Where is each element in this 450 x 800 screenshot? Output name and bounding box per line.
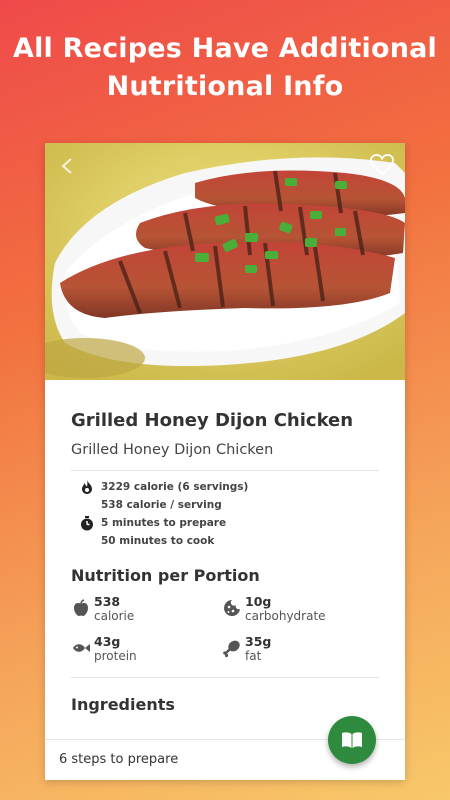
steps-count-text: 6 steps to prepare (59, 752, 179, 767)
recipe-photo (45, 143, 405, 380)
drumstick-icon (222, 638, 242, 658)
promo-title-line2: Nutritional Info (106, 71, 344, 102)
nutrition-label: carbohydrate (245, 609, 326, 623)
promo-title: All Recipes Have Additional Nutritional … (0, 30, 450, 106)
flame-icon (79, 479, 95, 495)
nutrition-item-calorie: 538 calorie (71, 594, 134, 624)
back-arrow-icon[interactable] (57, 155, 79, 177)
per-serving-text: 538 calorie / serving (101, 499, 222, 511)
favorite-heart-icon[interactable] (369, 153, 395, 177)
book-icon (342, 732, 362, 748)
nutrition-value: 538 (94, 594, 121, 609)
promo-title-line1: All Recipes Have Additional (12, 33, 438, 64)
divider (71, 677, 379, 678)
info-row-per-serving: 538 calorie / serving (71, 496, 379, 514)
info-row-cook-time: 50 minutes to cook (71, 532, 379, 550)
info-row-calories: 3229 calorie (6 servings) (71, 478, 379, 496)
nutrition-item-carbohydrate: 10g carbohydrate (222, 594, 326, 624)
divider (71, 470, 379, 471)
nutrition-value: 43g (94, 634, 121, 649)
nutrition-value: 10g (245, 594, 272, 609)
recipe-details: Grilled Honey Dijon Chicken Grilled Hone… (71, 380, 379, 714)
cookie-icon (222, 598, 242, 618)
apple-icon (71, 598, 91, 618)
total-calories-text: 3229 calorie (6 servings) (101, 481, 249, 493)
recipe-card: Grilled Honey Dijon Chicken Grilled Hone… (45, 143, 405, 780)
nutrition-label: protein (94, 649, 137, 663)
nutrition-grid: 538 calorie 10g carbohydrate 43g protein… (71, 594, 379, 674)
open-book-button[interactable] (328, 716, 376, 764)
nutrition-item-protein: 43g protein (71, 634, 137, 664)
recipe-title: Grilled Honey Dijon Chicken (71, 410, 354, 431)
nutrition-section-title: Nutrition per Portion (71, 566, 260, 585)
nutrition-value: 35g (245, 634, 272, 649)
nutrition-item-fat: 35g fat (222, 634, 271, 664)
prep-time-text: 5 minutes to prepare (101, 517, 227, 529)
recipe-subtitle: Grilled Honey Dijon Chicken (71, 442, 274, 458)
chicken-photo-illustration (45, 143, 405, 380)
stopwatch-icon (79, 515, 95, 531)
recipe-info-list: 3229 calorie (6 servings) 538 calorie / … (71, 478, 379, 550)
nutrition-label: calorie (94, 609, 135, 623)
info-row-prep-time: 5 minutes to prepare (71, 514, 379, 532)
cook-time-text: 50 minutes to cook (101, 535, 215, 547)
ingredients-section-title: Ingredients (71, 695, 175, 714)
fish-icon (71, 638, 91, 658)
nutrition-label: fat (245, 649, 262, 663)
